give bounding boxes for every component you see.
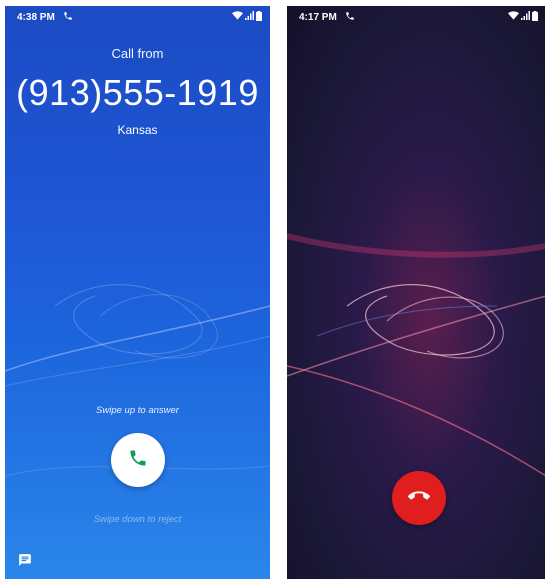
status-bar: 4:38 PM: [5, 6, 270, 28]
swipe-down-hint: Swipe down to reject: [93, 514, 182, 525]
status-time: 4:38 PM: [17, 11, 55, 23]
call-end-icon: [407, 485, 430, 512]
caller-location: Kansas: [117, 123, 158, 137]
battery-icon: [532, 10, 538, 24]
message-icon[interactable]: [18, 553, 32, 572]
status-bar: 4:17 PM: [287, 6, 545, 28]
wifi-icon: [232, 11, 243, 23]
end-call-button[interactable]: [392, 471, 446, 525]
call-from-label: Call from: [111, 46, 164, 61]
status-time: 4:17 PM: [299, 11, 337, 23]
wifi-icon: [508, 11, 519, 23]
active-call-screen: 4:17 PM: [287, 6, 545, 579]
incoming-call-screen: 4:38 PM Call from (913)555-1919 Kansas S…: [5, 6, 270, 579]
caller-phone-number: (913)555-1919: [16, 72, 259, 113]
swipe-up-hint: Swipe up to answer: [96, 405, 179, 416]
call-status-icon: [345, 11, 355, 24]
signal-icon: [521, 11, 530, 23]
phone-icon: [128, 448, 148, 473]
call-status-icon: [63, 11, 73, 24]
answer-call-button[interactable]: [111, 433, 165, 487]
signal-icon: [245, 11, 254, 23]
battery-icon: [256, 10, 262, 24]
